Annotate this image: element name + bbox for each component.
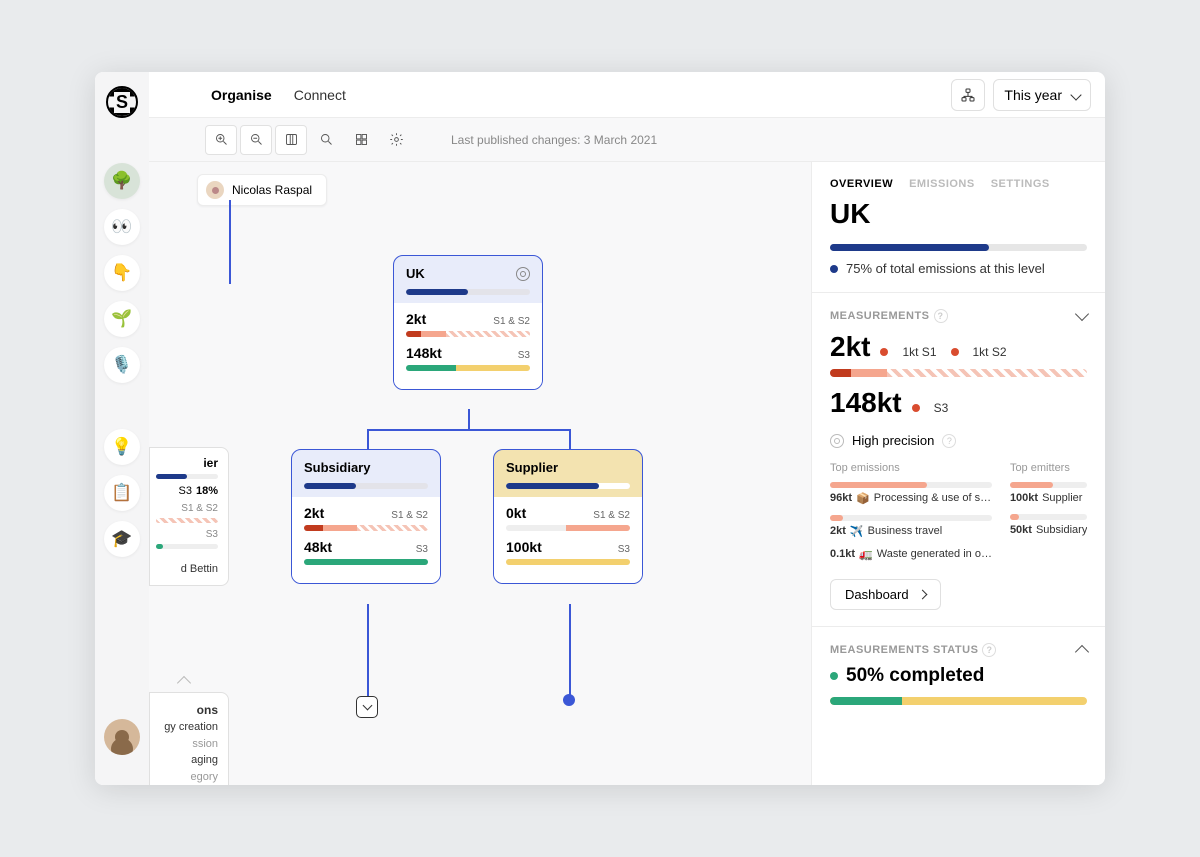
- metric-2kt: 2kt: [830, 331, 870, 363]
- rail-point-icon[interactable]: 👇: [104, 255, 140, 291]
- sub-s3-lab: S3: [416, 544, 428, 555]
- rail-tree-icon[interactable]: 🌳: [104, 163, 140, 199]
- org-canvas[interactable]: Nicolas Raspal UK 2kt S1 & S2 148kt S3: [149, 162, 811, 785]
- metric-148kt: 148kt: [830, 387, 902, 419]
- main-area: Organise Connect This year Last publishe…: [149, 72, 1105, 785]
- target-icon: [516, 267, 530, 281]
- dashboard-button[interactable]: Dashboard: [830, 579, 941, 610]
- expand-icon[interactable]: [1075, 645, 1089, 659]
- work-row: Nicolas Raspal UK 2kt S1 & S2 148kt S3: [149, 162, 1105, 785]
- panel-tab-overview[interactable]: OVERVIEW: [830, 178, 893, 190]
- sup-s3-lab: S3: [618, 544, 630, 555]
- node-uk[interactable]: UK 2kt S1 & S2 148kt S3: [393, 255, 543, 390]
- node-uk-title: UK: [406, 266, 425, 281]
- settings-button[interactable]: [380, 125, 412, 155]
- top-emissions-heading: Top emissions: [830, 462, 992, 474]
- rail-eyes-icon[interactable]: 👀: [104, 209, 140, 245]
- uk-s3-val: 148kt: [406, 345, 442, 361]
- help-icon[interactable]: ?: [934, 309, 948, 323]
- year-selector[interactable]: This year: [993, 79, 1091, 111]
- top-emitters: Top emitters 100ktSupplier 50ktSubsidiar…: [1010, 462, 1087, 571]
- dot-icon: [830, 672, 838, 680]
- zoom-in-button[interactable]: [205, 125, 237, 155]
- expand-node-button[interactable]: [356, 696, 378, 718]
- app-logo: S: [106, 86, 138, 118]
- partial-name: d Bettin: [156, 563, 218, 575]
- status-heading: MEASUREMENTS STATUS: [830, 644, 978, 656]
- zoom-out-button[interactable]: [240, 125, 272, 155]
- tab-connect[interactable]: Connect: [294, 87, 346, 103]
- collapse-icon[interactable]: [1075, 307, 1089, 321]
- rail-sprout-icon[interactable]: 🌱: [104, 301, 140, 337]
- s1s2-bar: [830, 369, 1087, 377]
- uk-s1s2-val: 2kt: [406, 311, 426, 327]
- uk-s1s2-lab: S1 & S2: [493, 316, 530, 327]
- presence-name: Nicolas Raspal: [232, 183, 312, 197]
- canvas-toolbar: Last published changes: 3 March 2021: [149, 118, 1105, 162]
- status-bar: [830, 697, 1087, 705]
- sup-s1s2-lab: S1 & S2: [593, 510, 630, 521]
- emissions-progress: [830, 244, 1087, 251]
- year-label: This year: [1004, 87, 1062, 103]
- rail-mic-icon[interactable]: 🎙️: [104, 347, 140, 383]
- measurements-heading: MEASUREMENTS: [830, 310, 930, 322]
- caret-up-icon: [177, 676, 191, 690]
- sup-s3-val: 100kt: [506, 539, 542, 555]
- status-pct: 50% completed: [846, 665, 984, 687]
- tab-organise[interactable]: Organise: [211, 87, 272, 103]
- presence-avatar: [206, 181, 224, 199]
- detail-panel: OVERVIEW EMISSIONS SETTINGS UK 75% of to…: [811, 162, 1105, 785]
- app-window: S 🌳 👀 👇 🌱 🎙️ 💡 📋 🎓 Organise Connect This…: [95, 72, 1105, 785]
- target-icon: [830, 434, 844, 448]
- top-emitters-heading: Top emitters: [1010, 462, 1087, 474]
- connector: [468, 409, 470, 429]
- high-precision: High precision ?: [830, 433, 1087, 448]
- status-section: MEASUREMENTS STATUS? 50% completed: [812, 626, 1105, 721]
- panel-title: UK: [812, 194, 1105, 238]
- rail-grad-icon[interactable]: 🎓: [104, 521, 140, 557]
- presence-chip[interactable]: Nicolas Raspal: [197, 174, 327, 206]
- sub-s1s2-lab: S1 & S2: [391, 510, 428, 521]
- node-supplier[interactable]: Supplier 0kt S1 & S2 100kt S3: [493, 449, 643, 584]
- panel-tab-emissions[interactable]: EMISSIONS: [909, 178, 975, 190]
- node-endpoint[interactable]: [563, 694, 575, 706]
- sub-s3-val: 48kt: [304, 539, 332, 555]
- user-avatar[interactable]: [104, 719, 140, 755]
- partial-card-1[interactable]: ier S318% S1 & S2 S3 d Bettin: [149, 447, 229, 586]
- node-uk-head: UK: [394, 256, 542, 303]
- arrow-right-icon: [917, 590, 927, 600]
- connector: [367, 429, 569, 431]
- help-icon[interactable]: ?: [982, 643, 996, 657]
- published-text: Last published changes: 3 March 2021: [451, 133, 657, 147]
- top-emissions: Top emissions 96kt📦Processing & use of s…: [830, 462, 992, 571]
- top-nav: Organise Connect This year: [149, 72, 1105, 118]
- emissions-pct-line: 75% of total emissions at this level: [812, 261, 1105, 292]
- rail-bulb-icon[interactable]: 💡: [104, 429, 140, 465]
- subsidiary-title: Subsidiary: [304, 460, 370, 475]
- side-rail: S 🌳 👀 👇 🌱 🎙️ 💡 📋 🎓: [95, 72, 149, 785]
- supplier-title: Supplier: [506, 460, 558, 475]
- sub-s1s2-val: 2kt: [304, 505, 324, 521]
- panel-tabs: OVERVIEW EMISSIONS SETTINGS: [812, 162, 1105, 194]
- panel-tab-settings[interactable]: SETTINGS: [991, 178, 1050, 190]
- connector: [569, 429, 571, 449]
- hierarchy-button[interactable]: [951, 79, 985, 111]
- chevron-down-icon: [1070, 89, 1081, 100]
- connector: [367, 429, 369, 449]
- partial-title: ier: [156, 456, 218, 470]
- help-icon[interactable]: ?: [942, 434, 956, 448]
- connector: [367, 604, 369, 696]
- partial-card-2[interactable]: ons gy creation ssion aging egory: [149, 692, 229, 785]
- dot-icon: [830, 265, 838, 273]
- connector: [229, 200, 231, 284]
- search-button[interactable]: [310, 125, 342, 155]
- sup-s1s2-val: 0kt: [506, 505, 526, 521]
- connector: [569, 604, 571, 700]
- columns-button[interactable]: [275, 125, 307, 155]
- grid-button[interactable]: [345, 125, 377, 155]
- uk-s3-lab: S3: [518, 350, 530, 361]
- node-subsidiary[interactable]: Subsidiary 2kt S1 & S2 48kt S3: [291, 449, 441, 584]
- rail-clipboard-icon[interactable]: 📋: [104, 475, 140, 511]
- measurements-section: MEASUREMENTS? 2kt 1kt S11kt S2 148kt: [812, 292, 1105, 626]
